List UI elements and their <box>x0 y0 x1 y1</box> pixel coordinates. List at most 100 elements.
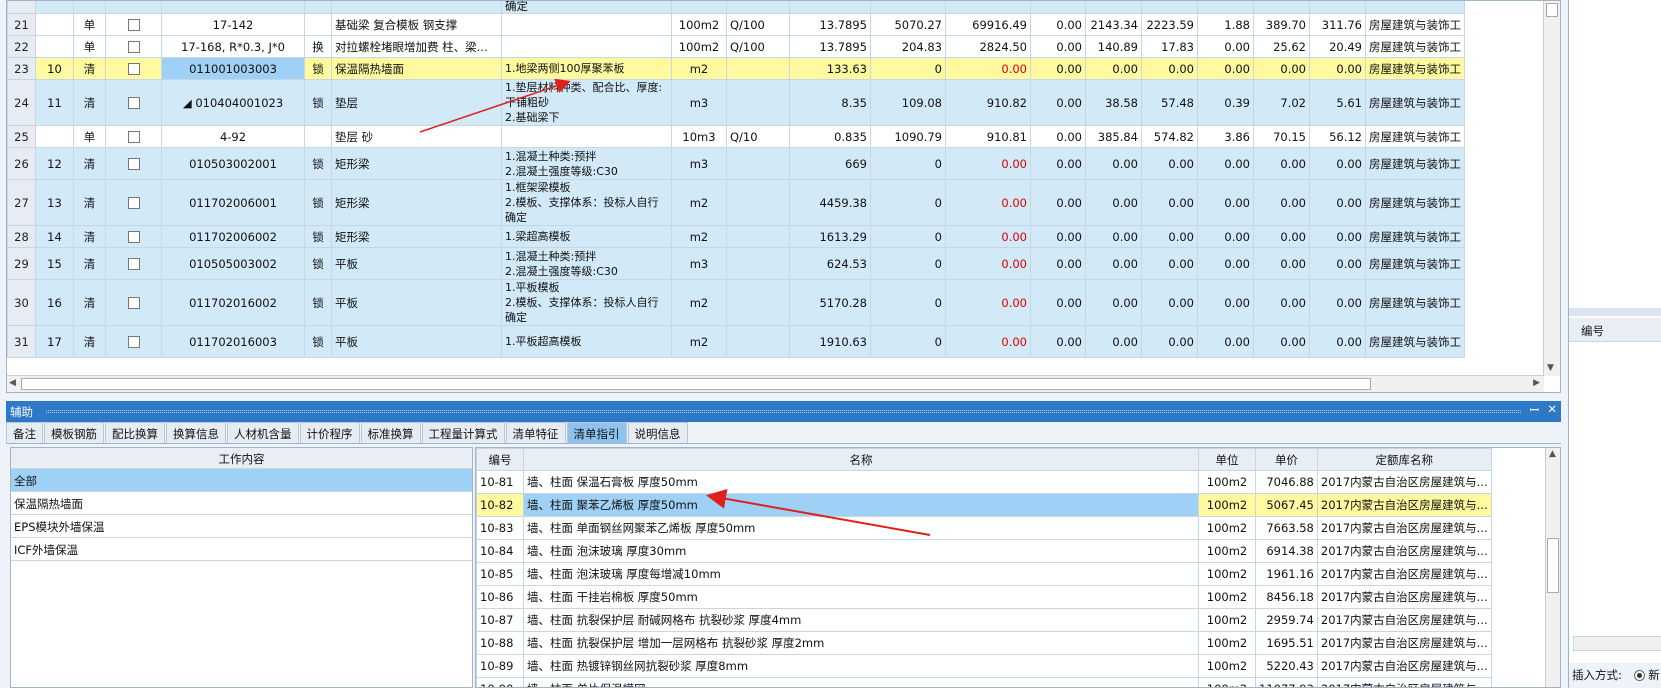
grid-row[interactable]: 26 12 清 010503002001 锁矩形梁 1.混凝土种类:预拌 2.混凝土强度等级… <box>7 147 1465 180</box>
cell-code[interactable]: 17-142 <box>161 13 305 36</box>
cell-c6[interactable]: 0.00 <box>1309 225 1366 248</box>
cell-c4[interactable]: 0.39 <box>1197 79 1254 126</box>
quota-row[interactable]: 10-82 墙、柱面 聚苯乙烯板 厚度50mm 100m2 5067.45 2017内蒙… <box>476 493 1492 517</box>
cell-lock[interactable]: 锁 <box>304 79 332 126</box>
cell-unit[interactable]: 100m2 <box>671 35 727 58</box>
right-panel-hscroll[interactable] <box>1573 636 1661 651</box>
grid-vertical-scrollbar[interactable]: ▼ <box>1543 1 1560 376</box>
cell-c1[interactable]: 0.00 <box>1030 325 1086 358</box>
cell-c4[interactable]: 0.00 <box>1197 147 1254 180</box>
cell-cb[interactable] <box>105 13 162 36</box>
cell-c6[interactable]: 0.00 <box>1309 179 1366 226</box>
cell-total[interactable]: 2824.50 <box>945 35 1031 58</box>
cell-seq[interactable]: 13 <box>35 179 74 226</box>
cell-type[interactable]: 清 <box>73 279 106 326</box>
cell-qty-expr[interactable] <box>726 325 790 358</box>
cell-total[interactable]: 0.00 <box>945 325 1031 358</box>
cell-qty[interactable]: 0.835 <box>789 125 871 148</box>
cell-type[interactable]: 清 <box>73 57 106 80</box>
work-content-item[interactable]: ICF外墙保温 <box>11 538 472 561</box>
cell-c4[interactable]: 0.00 <box>1197 35 1254 58</box>
quota-row[interactable]: 10-83 墙、柱面 单面钢丝网聚苯乙烯板 厚度50mm 100m2 7663.58 2… <box>476 516 1492 540</box>
cell-c2[interactable]: 0.00 <box>1085 325 1142 358</box>
cell-c6[interactable]: 20.49 <box>1309 35 1366 58</box>
cell-c3[interactable]: 0.00 <box>1141 147 1198 180</box>
cell-price[interactable]: 0 <box>870 225 946 248</box>
grid-row[interactable]: 22 单 17-168, R*0.3, J*0 换对拉螺栓堵眼增加费 柱、梁... 10… <box>7 35 1465 58</box>
quota-scroll-thumb[interactable] <box>1547 538 1559 593</box>
cell-c2[interactable]: 0.00 <box>1085 247 1142 280</box>
cell-name[interactable]: 垫层 砂 <box>331 125 502 148</box>
grid-row-partial[interactable]: 确定 <box>7 1 1465 14</box>
cell-c4[interactable]: 0.00 <box>1197 325 1254 358</box>
cell-cb[interactable] <box>105 225 162 248</box>
cell-seq[interactable] <box>35 35 74 58</box>
cell-c1[interactable]: 0.00 <box>1030 279 1086 326</box>
cell-code[interactable]: 011702006002 <box>161 225 305 248</box>
scroll-left-icon[interactable]: ◀ <box>9 378 16 388</box>
tab-6[interactable]: 标准换算 <box>360 422 421 443</box>
cell-spec[interactable]: 房屋建筑与装饰工 <box>1365 79 1465 126</box>
cell-seq[interactable] <box>35 13 74 36</box>
cell-unit[interactable]: 100m2 <box>671 13 727 36</box>
quota-row[interactable]: 10-86 墙、柱面 干挂岩棉板 厚度50mm 100m2 8456.18 2017内蒙… <box>476 585 1492 609</box>
cell-type[interactable]: 清 <box>73 179 106 226</box>
cell-qty[interactable]: 1613.29 <box>789 225 871 248</box>
cell-code[interactable]: 011702006001 <box>161 179 305 226</box>
tab-3[interactable]: 换算信息 <box>166 422 226 443</box>
cell-c5[interactable]: 0.00 <box>1253 225 1310 248</box>
cell-c5[interactable]: 0.00 <box>1253 247 1310 280</box>
cell-name[interactable]: 矩形梁 <box>331 225 502 248</box>
quota-row[interactable]: 10-81 墙、柱面 保温石膏板 厚度50mm 100m2 7046.88 2017内蒙… <box>476 470 1492 494</box>
cell-c3[interactable]: 0.00 <box>1141 225 1198 248</box>
cell-type[interactable]: 清 <box>73 147 106 180</box>
quota-row[interactable]: 10-84 墙、柱面 泡沫玻璃 厚度30mm 100m2 6914.38 2017内蒙古… <box>476 539 1492 563</box>
tab-2[interactable]: 配比换算 <box>105 422 165 443</box>
cell-c3[interactable]: 0.00 <box>1141 279 1198 326</box>
cell-lock[interactable]: 锁 <box>304 279 332 326</box>
cell-total[interactable]: 910.82 <box>945 79 1031 126</box>
cell-c6[interactable]: 0.00 <box>1309 247 1366 280</box>
cell-spec[interactable]: 房屋建筑与装饰工 <box>1365 57 1465 80</box>
cell-spec[interactable]: 房屋建筑与装饰工 <box>1365 125 1465 148</box>
cell-c6[interactable]: 0.00 <box>1309 147 1366 180</box>
cell-c5[interactable]: 0.00 <box>1253 279 1310 326</box>
quota-row[interactable]: 10-85 墙、柱面 泡沫玻璃 厚度每增减10mm 100m2 1961.16 2017… <box>476 562 1492 586</box>
cell-name[interactable]: 矩形梁 <box>331 179 502 226</box>
cell-seq[interactable]: 10 <box>35 57 74 80</box>
cell-total[interactable]: 69916.49 <box>945 13 1031 36</box>
cell-lock[interactable]: 锁 <box>304 179 332 226</box>
cell-price[interactable]: 0 <box>870 179 946 226</box>
cell-qty[interactable]: 13.7895 <box>789 13 871 36</box>
quota-header-4[interactable]: 定额库名称 <box>1316 448 1492 471</box>
hscroll-thumb[interactable] <box>21 378 1371 390</box>
cell-qty-expr[interactable]: Q/100 <box>726 35 790 58</box>
scroll-right-icon[interactable]: ▶ <box>1533 378 1540 388</box>
cell-c1[interactable]: 0.00 <box>1030 35 1086 58</box>
row-checkbox[interactable] <box>127 336 140 348</box>
cell-c2[interactable]: 38.58 <box>1085 79 1142 126</box>
cell-price[interactable]: 0 <box>870 57 946 80</box>
cell-cb[interactable] <box>105 57 162 80</box>
cell-c5[interactable]: 0.00 <box>1253 147 1310 180</box>
cell-c6[interactable]: 0.00 <box>1309 57 1366 80</box>
cell-total[interactable]: 910.81 <box>945 125 1031 148</box>
cell-c3[interactable]: 0.00 <box>1141 247 1198 280</box>
cell-qty[interactable]: 5170.28 <box>789 279 871 326</box>
cell-code[interactable]: ◢ 010404001023 <box>161 79 305 126</box>
cell-c3[interactable]: 0.00 <box>1141 179 1198 226</box>
cell-feature[interactable] <box>501 13 672 36</box>
row-checkbox[interactable] <box>127 19 140 31</box>
cell-qty[interactable]: 13.7895 <box>789 35 871 58</box>
cell-unit[interactable]: m3 <box>671 247 727 280</box>
quota-row[interactable]: 10-88 墙、柱面 抗裂保护层 增加一层网格布 抗裂砂浆 厚度2mm 100m2 1… <box>476 631 1492 655</box>
row-checkbox[interactable] <box>127 231 140 243</box>
row-checkbox[interactable] <box>127 297 140 309</box>
cell-c1[interactable]: 0.00 <box>1030 179 1086 226</box>
cell-c3[interactable]: 0.00 <box>1141 325 1198 358</box>
cell-qty-expr[interactable] <box>726 57 790 80</box>
row-checkbox[interactable] <box>127 41 140 53</box>
cell-type[interactable]: 单 <box>73 125 106 148</box>
cell-seq[interactable]: 16 <box>35 279 74 326</box>
cell-c4[interactable]: 3.86 <box>1197 125 1254 148</box>
